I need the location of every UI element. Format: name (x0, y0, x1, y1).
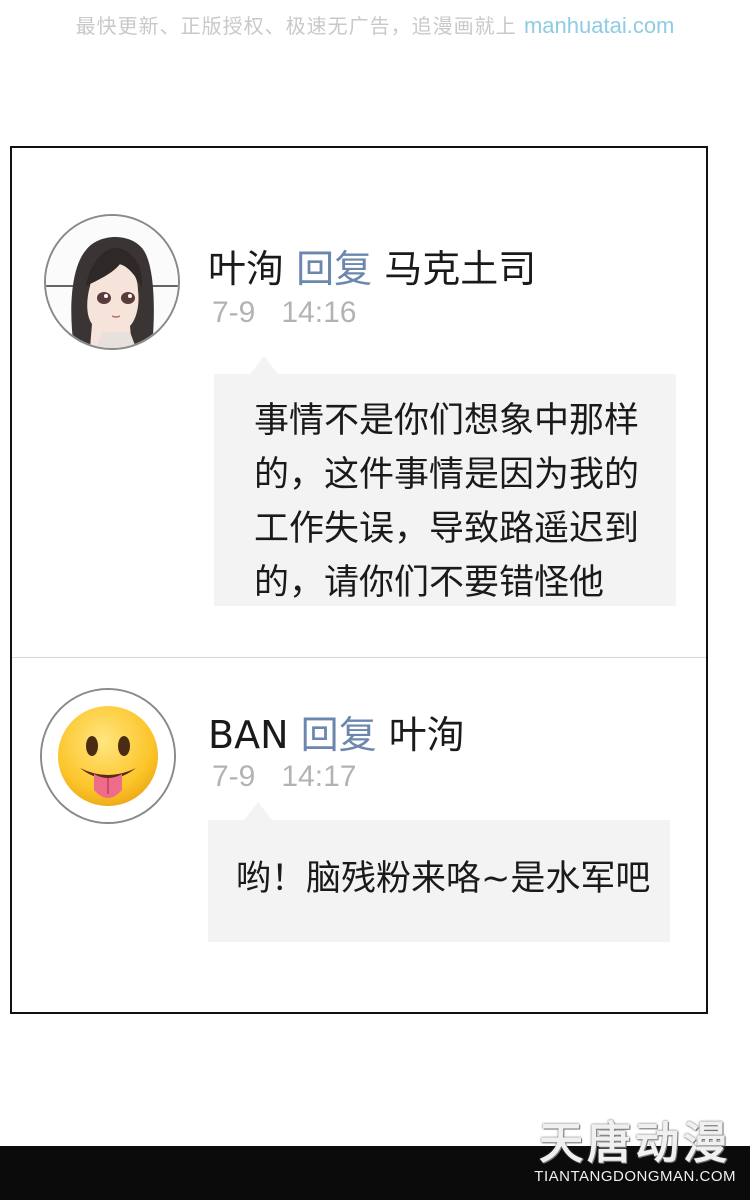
site-watermark: 天唐动漫 TIANTANGDONGMAN.COM (534, 1118, 736, 1186)
comment-2-bubble: 哟！脑残粉来咯~是水军吧 (208, 802, 670, 942)
banner-site-link[interactable]: manhuatai.com (524, 13, 674, 38)
comment-1-target[interactable]: 马克土司 (384, 247, 536, 291)
comment-2-date: 7-9 (212, 760, 256, 793)
comment-1-timestamp: 7-9 14:16 (212, 296, 356, 330)
comment-2-author[interactable]: BAN (208, 713, 289, 757)
comment-1-date: 7-9 (212, 296, 256, 329)
comment-1-bubble: 事情不是你们想象中那样 的，这件事情是因为我的 工作失误，导致路遥迟到 的，请你… (214, 356, 676, 606)
comment-2-target[interactable]: 叶洵 (389, 713, 465, 757)
watermark-title: 天唐动漫 (539, 1118, 732, 1169)
comment-panel: 叶洵 回复 马克土司 7-9 14:16 事情不是你们想象中那样 的，这件事情是因… (10, 146, 708, 1014)
comment-1-text: 事情不是你们想象中那样 的，这件事情是因为我的 工作失误，导致路遥迟到 的，请你… (254, 401, 640, 603)
comment-divider (12, 657, 706, 658)
banner-text: 最快更新、正版授权、极速无广告，追漫画就上 (75, 14, 524, 38)
top-banner: 最快更新、正版授权、极速无广告，追漫画就上 manhuatai.com (0, 10, 750, 39)
comment-2-text: 哟！脑残粉来咯~是水军吧 (236, 859, 651, 899)
tongue-out-emoji-avatar-icon[interactable] (40, 688, 176, 824)
comment-1-author[interactable]: 叶洵 (208, 247, 284, 291)
comment-2-reply-label: 回复 (300, 713, 377, 757)
comment-1-header: 叶洵 回复 马克土司 (208, 238, 536, 293)
girl-portrait-avatar-icon[interactable] (44, 214, 180, 350)
watermark-url: TIANTANGDONGMAN.COM (534, 1168, 736, 1185)
comment-1-time: 14:16 (281, 296, 357, 329)
comment-1-reply-label: 回复 (296, 247, 373, 291)
comment-2-time: 14:17 (281, 760, 357, 793)
comment-2-header: BAN 回复 叶洵 (208, 704, 465, 759)
comment-2-timestamp: 7-9 14:17 (212, 760, 356, 794)
